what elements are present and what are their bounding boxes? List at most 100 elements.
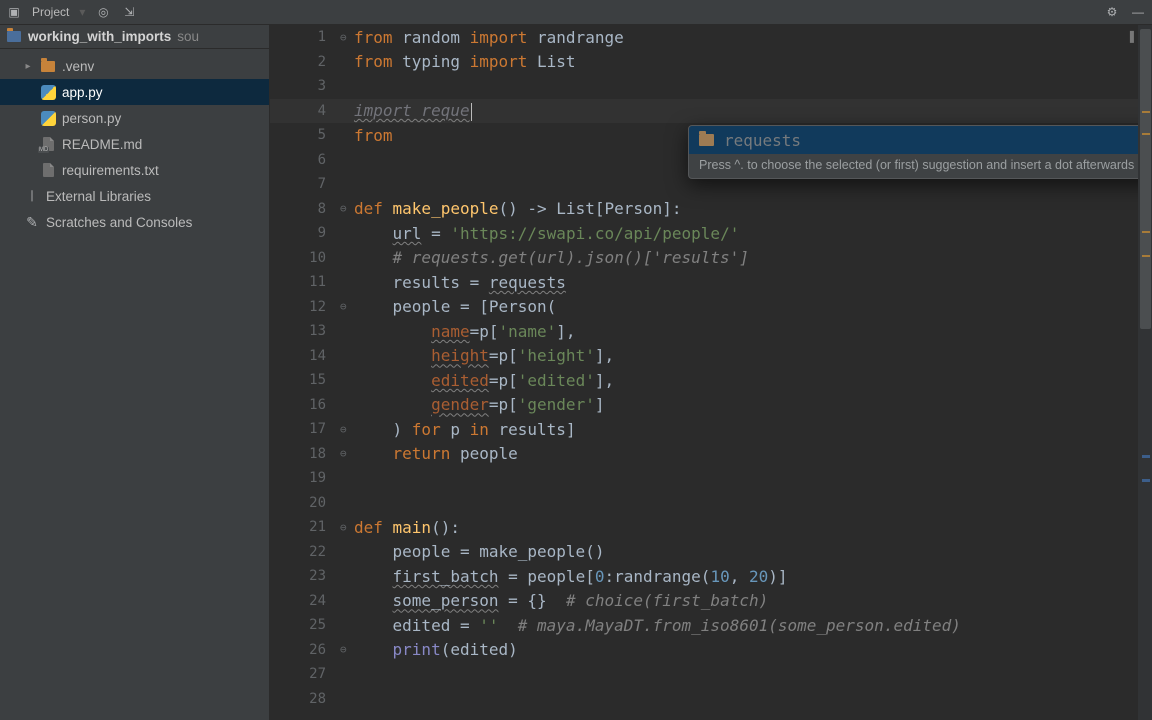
line-number[interactable]: 12 [270,299,340,315]
code-content[interactable]: from random import randrange [354,28,1152,47]
gear-icon[interactable]: ⚙ [1104,4,1120,20]
line-number[interactable]: 17 [270,421,340,437]
code-line[interactable]: 15 edited=p['edited'], [270,368,1152,393]
line-number[interactable]: 27 [270,666,340,682]
code-content[interactable]: ) for p in results] [354,420,1152,439]
minimize-icon[interactable]: — [1130,4,1146,20]
fold-toggle-icon[interactable]: ⊖ [340,202,354,215]
line-number[interactable]: 26 [270,642,340,658]
line-number[interactable]: 18 [270,446,340,462]
marker-gutter[interactable]: ❚❚ [1138,25,1152,720]
code-content[interactable]: def main(): [354,518,1152,537]
line-number[interactable]: 10 [270,250,340,266]
code-line[interactable]: 14 height=p['height'], [270,344,1152,369]
expand-icon[interactable]: ⇲ [121,4,137,20]
target-icon[interactable]: ◎ [95,4,111,20]
code-line[interactable]: 11 results = requests [270,270,1152,295]
gutter-marker[interactable] [1142,479,1150,482]
code-content[interactable]: first_batch = people[0:randrange(10, 20)… [354,567,1152,586]
line-number[interactable]: 22 [270,544,340,560]
tree-node[interactable]: person.py [0,105,269,131]
project-label[interactable]: Project [32,5,69,19]
tree-node[interactable]: MDREADME.md [0,131,269,157]
code-line[interactable]: 8⊖def make_people() -> List[Person]: [270,197,1152,222]
code-line[interactable]: 10 # requests.get(url).json()['results'] [270,246,1152,271]
code-content[interactable]: gender=p['gender'] [354,395,1152,414]
code-line[interactable]: 12⊖ people = [Person( [270,295,1152,320]
completion-item[interactable]: requests [689,126,1152,154]
line-number[interactable]: 16 [270,397,340,413]
line-number[interactable]: 2 [270,54,340,70]
line-number[interactable]: 11 [270,274,340,290]
line-number[interactable]: 23 [270,568,340,584]
code-content[interactable]: url = 'https://swapi.co/api/people/' [354,224,1152,243]
gutter-marker[interactable] [1142,231,1150,233]
code-line[interactable]: 26⊖ print(edited) [270,638,1152,663]
line-number[interactable]: 9 [270,225,340,241]
code-content[interactable]: return people [354,444,1152,463]
line-number[interactable]: 28 [270,691,340,707]
code-line[interactable]: 17⊖ ) for p in results] [270,417,1152,442]
gutter-marker[interactable] [1142,455,1150,458]
line-number[interactable]: 13 [270,323,340,339]
project-view-icon[interactable]: ▣ [6,4,22,20]
completion-popup[interactable]: requests Press ^. to choose the selected… [688,125,1152,179]
project-root[interactable]: working_with_imports sou [0,25,269,49]
code-line[interactable]: 2 from typing import List [270,50,1152,75]
code-content[interactable]: some_person = {} # choice(first_batch) [354,591,1152,610]
code-editor[interactable]: 1⊖from random import randrange2from typi… [270,25,1152,720]
code-line[interactable]: 9 url = 'https://swapi.co/api/people/' [270,221,1152,246]
code-line[interactable]: 25 edited = '' # maya.MayaDT.from_iso860… [270,613,1152,638]
code-line[interactable]: 3 [270,74,1152,99]
code-content[interactable]: # requests.get(url).json()['results'] [354,248,1152,267]
code-line[interactable]: 27 [270,662,1152,687]
code-line[interactable]: 28 [270,687,1152,712]
line-number[interactable]: 14 [270,348,340,364]
line-number[interactable]: 21 [270,519,340,535]
code-line[interactable]: 16 gender=p['gender'] [270,393,1152,418]
code-content[interactable]: from typing import List [354,52,1152,71]
line-number[interactable]: 7 [270,176,340,192]
fold-toggle-icon[interactable]: ⊖ [340,447,354,460]
line-number[interactable]: 1 [270,29,340,45]
gutter-marker[interactable] [1142,255,1150,257]
code-content[interactable]: height=p['height'], [354,346,1152,365]
code-line[interactable]: 21⊖def main(): [270,515,1152,540]
line-number[interactable]: 8 [270,201,340,217]
tree-node[interactable]: app.py [0,79,269,105]
code-line[interactable]: 22 people = make_people() [270,540,1152,565]
fold-toggle-icon[interactable]: ⊖ [340,31,354,44]
tree-node[interactable]: 𝄁External Libraries [0,183,269,209]
code-content[interactable]: edited = '' # maya.MayaDT.from_iso8601(s… [354,616,1152,635]
fold-toggle-icon[interactable]: ⊖ [340,643,354,656]
code-content[interactable]: name=p['name'], [354,322,1152,341]
chevron-icon[interactable]: ▸ [22,61,34,72]
code-content[interactable]: print(edited) [354,640,1152,659]
code-line[interactable]: 18⊖ return people [270,442,1152,467]
line-number[interactable]: 15 [270,372,340,388]
gutter-marker[interactable] [1142,133,1150,135]
code-content[interactable]: def make_people() -> List[Person]: [354,199,1152,218]
gutter-marker[interactable] [1142,111,1150,113]
line-number[interactable]: 19 [270,470,340,486]
line-number[interactable]: 25 [270,617,340,633]
code-content[interactable]: people = make_people() [354,542,1152,561]
line-number[interactable]: 5 [270,127,340,143]
code-line[interactable]: 19 [270,466,1152,491]
code-content[interactable]: import reque [354,101,1152,121]
code-line[interactable]: 4 import reque [270,99,1152,124]
tree-node[interactable]: ▸.venv [0,53,269,79]
code-line[interactable]: 20 [270,491,1152,516]
fold-toggle-icon[interactable]: ⊖ [340,423,354,436]
tree-node[interactable]: requirements.txt [0,157,269,183]
line-number[interactable]: 3 [270,78,340,94]
fold-toggle-icon[interactable]: ⊖ [340,521,354,534]
line-number[interactable]: 4 [270,103,340,119]
code-line[interactable]: 1⊖from random import randrange [270,25,1152,50]
scrollbar-thumb[interactable] [1140,29,1151,329]
code-content[interactable]: people = [Person( [354,297,1152,316]
code-content[interactable]: results = requests [354,273,1152,292]
tree-node[interactable]: ✎Scratches and Consoles [0,209,269,235]
line-number[interactable]: 24 [270,593,340,609]
code-line[interactable]: 23 first_batch = people[0:randrange(10, … [270,564,1152,589]
